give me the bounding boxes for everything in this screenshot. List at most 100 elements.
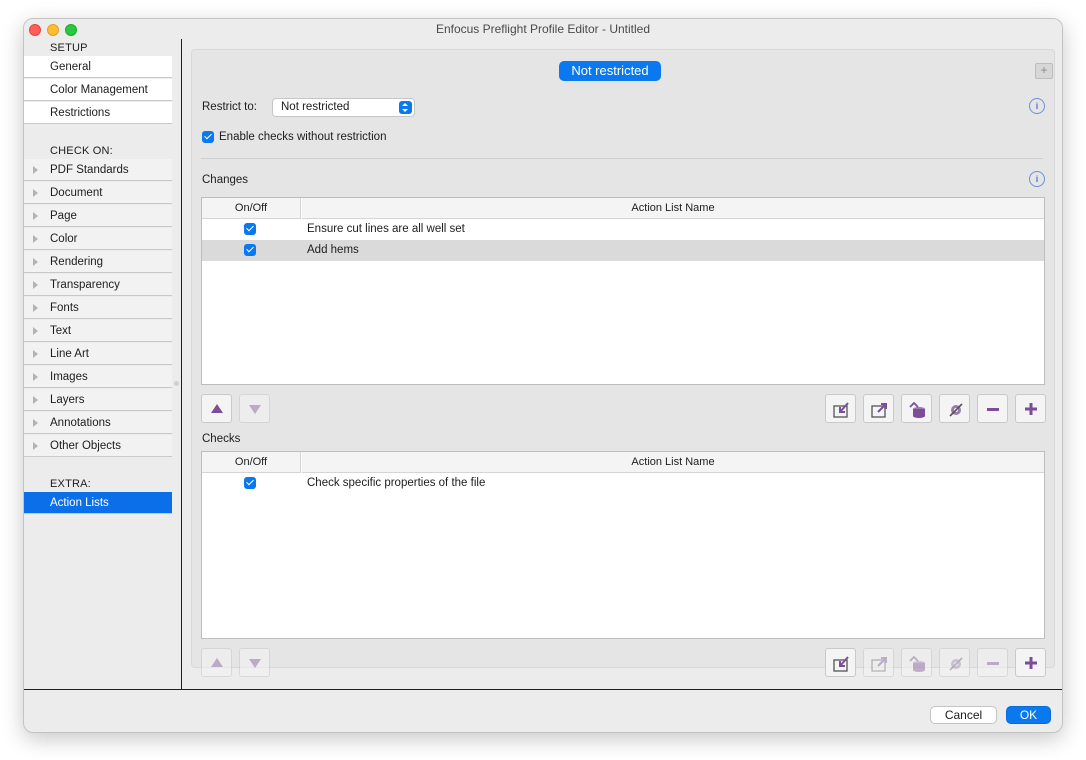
import-button[interactable] <box>825 394 856 423</box>
table-row[interactable]: Check specific properties of the file <box>202 473 1044 494</box>
sidebar-item-fonts[interactable]: Fonts <box>24 297 172 319</box>
disclosure-triangle-icon[interactable] <box>33 304 38 312</box>
disclosure-triangle-icon[interactable] <box>33 166 38 174</box>
checks-table: On/Off Action List Name Check specific p… <box>201 451 1045 639</box>
section-divider <box>201 158 1043 159</box>
export-button[interactable] <box>863 394 894 423</box>
edit-action-list-button[interactable] <box>939 394 970 423</box>
move-up-button[interactable] <box>201 394 232 423</box>
arrow-up-icon <box>211 658 223 667</box>
sidebar-resize-handle[interactable] <box>174 381 179 386</box>
disclosure-triangle-icon[interactable] <box>33 281 38 289</box>
sidebar-item-document[interactable]: Document <box>24 182 172 204</box>
disclosure-triangle-icon[interactable] <box>33 373 38 381</box>
sidebar-item-label: Images <box>50 370 88 383</box>
column-header-action-list-name[interactable]: Action List Name <box>302 452 1044 473</box>
sidebar-item-layers[interactable]: Layers <box>24 389 172 411</box>
info-icon[interactable]: i <box>1029 171 1045 187</box>
table-row[interactable]: Add hems <box>202 240 1044 261</box>
sidebar-item-line-art[interactable]: Line Art <box>24 343 172 365</box>
ok-button[interactable]: OK <box>1006 706 1051 724</box>
sidebar-item-text[interactable]: Text <box>24 320 172 342</box>
sidebar-item-annotations[interactable]: Annotations <box>24 412 172 434</box>
action-list-name: Add hems <box>307 244 359 256</box>
disclosure-triangle-icon[interactable] <box>33 327 38 335</box>
sidebar-item-rendering[interactable]: Rendering <box>24 251 172 273</box>
disclosure-triangle-icon[interactable] <box>33 258 38 266</box>
sidebar-item-label: Annotations <box>50 416 111 429</box>
table-row[interactable]: Ensure cut lines are all well set <box>202 219 1044 240</box>
sidebar-item-images[interactable]: Images <box>24 366 172 388</box>
sidebar-item-label: PDF Standards <box>50 163 129 176</box>
sidebar-heading-setup: SETUP <box>50 42 88 54</box>
import-button[interactable] <box>825 648 856 677</box>
remove-button[interactable] <box>977 648 1008 677</box>
add-from-library-button[interactable] <box>901 648 932 677</box>
sidebar-item-transparency[interactable]: Transparency <box>24 274 172 296</box>
export-button[interactable] <box>863 648 894 677</box>
cancel-button[interactable]: Cancel <box>930 706 997 724</box>
move-down-button[interactable] <box>239 648 270 677</box>
restrict-to-value: Not restricted <box>281 101 350 113</box>
minus-icon <box>987 408 999 411</box>
disclosure-triangle-icon[interactable] <box>33 212 38 220</box>
sidebar-item-label: Text <box>50 324 72 337</box>
add-button[interactable] <box>1015 394 1046 423</box>
disclosure-triangle-icon[interactable] <box>33 419 38 427</box>
sidebar-item-label: Page <box>50 209 77 222</box>
disclosure-triangle-icon[interactable] <box>33 442 38 450</box>
disclosure-triangle-icon[interactable] <box>33 396 38 404</box>
column-header-on-off[interactable]: On/Off <box>202 452 301 473</box>
disclosure-triangle-icon[interactable] <box>33 189 38 197</box>
row-enable-checkbox[interactable] <box>244 223 256 235</box>
disclosure-triangle-icon[interactable] <box>33 350 38 358</box>
sidebar-item-color[interactable]: Color <box>24 228 172 250</box>
sidebar-item-page[interactable]: Page <box>24 205 172 227</box>
sidebar-item-restrictions[interactable]: Restrictions <box>24 102 172 124</box>
sidebar-item-pdf-standards[interactable]: PDF Standards <box>24 159 172 181</box>
column-header-action-list-name[interactable]: Action List Name <box>302 198 1044 219</box>
info-icon[interactable]: i <box>1029 98 1045 114</box>
action-list-name: Check specific properties of the file <box>307 477 486 489</box>
sidebar-item-general[interactable]: General <box>24 56 172 78</box>
sidebar-item-label: Line Art <box>50 347 89 360</box>
edit-action-list-button[interactable] <box>939 648 970 677</box>
add-from-library-button[interactable] <box>901 394 932 423</box>
window-title: Enfocus Preflight Profile Editor - Untit… <box>435 22 651 36</box>
add-button[interactable] <box>1015 648 1046 677</box>
preflight-profile-editor-window: Enfocus Preflight Profile Editor - Untit… <box>23 18 1063 733</box>
action-list-name: Ensure cut lines are all well set <box>307 223 465 235</box>
move-up-button[interactable] <box>201 648 232 677</box>
checks-section-title: Checks <box>202 433 241 445</box>
export-icon <box>871 403 887 418</box>
sidebar-item-other-objects[interactable]: Other Objects <box>24 435 172 457</box>
gear-pencil-icon <box>949 403 963 417</box>
move-down-button[interactable] <box>239 394 270 423</box>
database-icon <box>909 655 925 672</box>
minus-icon <box>987 662 999 665</box>
arrow-down-icon <box>249 659 261 668</box>
disclosure-triangle-icon[interactable] <box>33 235 38 243</box>
sidebar-item-action-lists[interactable]: Action Lists <box>24 492 172 514</box>
remove-button[interactable] <box>977 394 1008 423</box>
changes-section-title: Changes <box>202 174 249 186</box>
restrict-to-select[interactable]: Not restricted <box>272 98 415 117</box>
database-icon <box>909 401 925 418</box>
row-enable-checkbox[interactable] <box>244 477 256 489</box>
sidebar-item-color-management[interactable]: Color Management <box>24 79 172 101</box>
sidebar-item-label: Layers <box>50 393 85 406</box>
sidebar-heading-extra: EXTRA: <box>50 478 91 490</box>
row-enable-checkbox[interactable] <box>244 244 256 256</box>
column-header-on-off[interactable]: On/Off <box>202 198 301 219</box>
enable-checks-label: Enable checks without restriction <box>219 131 387 143</box>
expand-panel-button[interactable]: + <box>1035 63 1053 79</box>
restrict-to-label: Restrict to: <box>202 101 257 113</box>
restriction-status-pill[interactable]: Not restricted <box>559 61 661 81</box>
sidebar-item-label: Transparency <box>50 278 120 291</box>
sidebar-item-label: Rendering <box>50 255 104 268</box>
plus-icon <box>1025 403 1037 415</box>
select-arrows-icon <box>399 101 412 114</box>
export-icon <box>871 657 887 672</box>
enable-checks-checkbox[interactable] <box>202 131 214 143</box>
plus-icon <box>1025 657 1037 669</box>
